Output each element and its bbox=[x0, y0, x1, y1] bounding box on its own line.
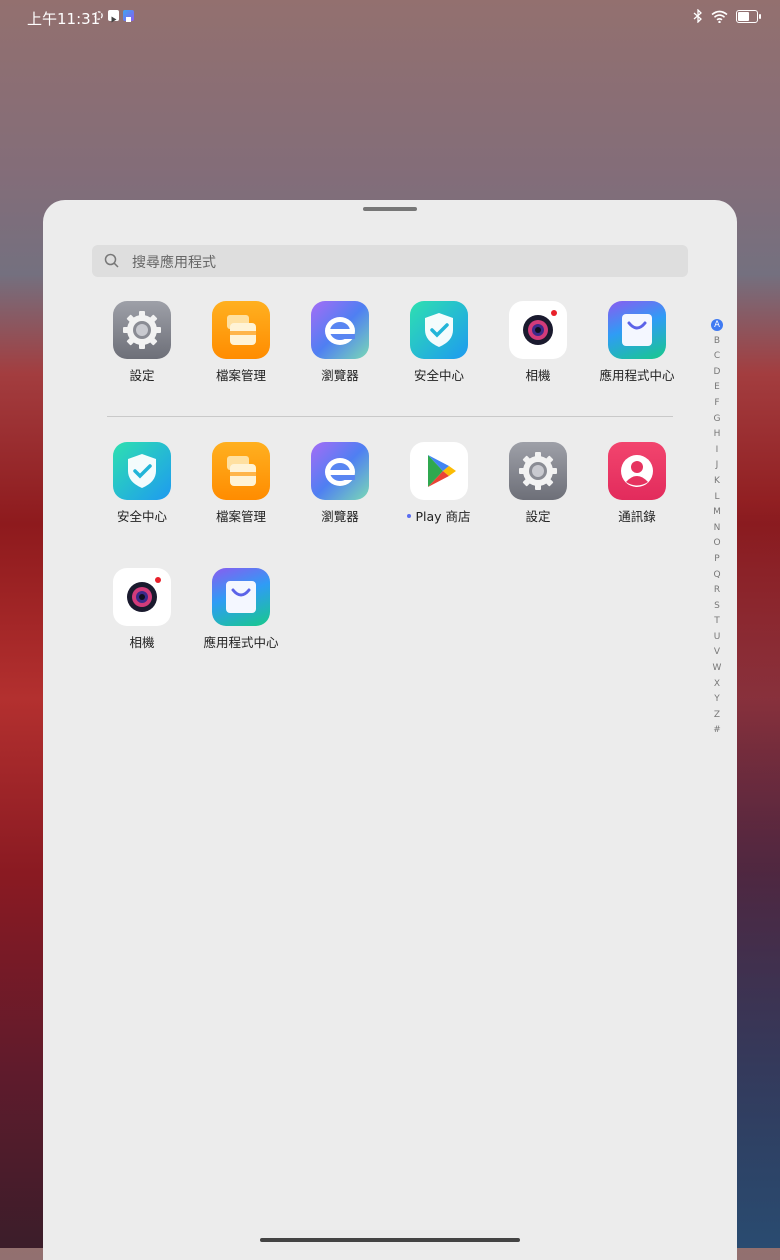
security-icon bbox=[113, 442, 171, 500]
app-tile-files[interactable]: 檔案管理 bbox=[191, 301, 291, 401]
alphabet-index-letter[interactable]: T bbox=[707, 614, 727, 630]
app-center-notification-icon bbox=[123, 10, 134, 22]
alphabet-index-letter[interactable]: L bbox=[707, 490, 727, 506]
alphabet-index-letter[interactable]: J bbox=[707, 458, 727, 474]
app-label: 瀏覽器 bbox=[321, 368, 359, 383]
app-tile-play-store[interactable]: Play 商店 bbox=[389, 442, 489, 542]
camera-icon bbox=[113, 568, 171, 626]
app-label: 應用程式中心 bbox=[203, 635, 279, 650]
app-tile-app-center[interactable]: 應用程式中心 bbox=[191, 568, 291, 668]
alphabet-index-letter[interactable]: G bbox=[707, 412, 727, 428]
alphabet-index-letter[interactable]: B bbox=[707, 334, 727, 350]
app-label: 安全中心 bbox=[116, 509, 167, 524]
browser-icon bbox=[311, 301, 369, 359]
app-drawer: 搜尋應用程式 設定 檔案管理 瀏覽器 安全中心 相機 應用程式中心 安全中心 檔… bbox=[43, 200, 737, 1260]
app-tile-settings[interactable]: 設定 bbox=[488, 442, 588, 542]
alphabet-index-letter[interactable]: Z bbox=[707, 708, 727, 724]
home-indicator[interactable] bbox=[260, 1238, 520, 1242]
app-tile-security[interactable]: 安全中心 bbox=[92, 442, 192, 542]
alphabet-index-letter[interactable]: F bbox=[707, 396, 727, 412]
app-tile-app-center[interactable]: 應用程式中心 bbox=[587, 301, 687, 401]
status-time: 上午11:31 bbox=[27, 10, 101, 28]
app-tile-camera[interactable]: 相機 bbox=[488, 301, 588, 401]
alphabet-index-letter[interactable]: Y bbox=[707, 692, 727, 708]
alphabet-index-letter[interactable]: Q bbox=[707, 568, 727, 584]
app-label: 設定 bbox=[525, 509, 551, 524]
alphabet-index-letter[interactable]: R bbox=[707, 583, 727, 599]
camera-icon bbox=[509, 301, 567, 359]
section-divider bbox=[107, 416, 673, 417]
sync-icon bbox=[94, 11, 103, 20]
app-label: 相機 bbox=[129, 635, 155, 650]
app-center-icon bbox=[212, 568, 270, 626]
alphabet-index-letter[interactable]: U bbox=[707, 630, 727, 646]
alphabet-index-letter[interactable]: N bbox=[707, 521, 727, 537]
alphabet-index-letter[interactable]: A bbox=[707, 318, 727, 334]
security-icon bbox=[410, 301, 468, 359]
files-icon bbox=[212, 301, 270, 359]
app-label: 檔案管理 bbox=[215, 368, 266, 383]
alphabet-index-letter[interactable]: V bbox=[707, 645, 727, 661]
search-input[interactable]: 搜尋應用程式 bbox=[92, 245, 688, 277]
files-icon bbox=[212, 442, 270, 500]
alphabet-index-letter[interactable]: W bbox=[707, 661, 727, 677]
alphabet-index-letter[interactable]: P bbox=[707, 552, 727, 568]
alphabet-index-letter[interactable]: S bbox=[707, 599, 727, 615]
alphabet-index-letter[interactable]: M bbox=[707, 505, 727, 521]
alphabet-index-letter[interactable]: I bbox=[707, 443, 727, 459]
app-label: 檔案管理 bbox=[215, 509, 266, 524]
browser-icon bbox=[311, 442, 369, 500]
alphabet-index-letter[interactable]: H bbox=[707, 427, 727, 443]
contacts-icon bbox=[608, 442, 666, 500]
alphabet-index-letter[interactable]: X bbox=[707, 677, 727, 693]
app-label: 瀏覽器 bbox=[321, 509, 359, 524]
app-center-icon bbox=[608, 301, 666, 359]
app-label: Play 商店 bbox=[389, 506, 489, 525]
search-icon bbox=[104, 253, 119, 268]
drag-handle[interactable] bbox=[363, 207, 417, 211]
alphabet-index-letter[interactable]: O bbox=[707, 536, 727, 552]
app-tile-settings[interactable]: 設定 bbox=[92, 301, 192, 401]
wifi-icon bbox=[711, 10, 728, 23]
app-tile-browser[interactable]: 瀏覽器 bbox=[290, 442, 390, 542]
app-label: 相機 bbox=[525, 368, 551, 383]
alphabet-index[interactable]: A B C D E F G H I J K L M N O P Q R S T U V W X Y Z # bbox=[707, 318, 727, 739]
new-install-dot bbox=[407, 513, 412, 518]
alphabet-index-letter[interactable]: K bbox=[707, 474, 727, 490]
app-label: 設定 bbox=[129, 368, 155, 383]
play-store-icon bbox=[410, 442, 468, 500]
search-placeholder: 搜尋應用程式 bbox=[132, 255, 216, 271]
settings-icon bbox=[509, 442, 567, 500]
alphabet-index-letter[interactable]: C bbox=[707, 349, 727, 365]
settings-icon bbox=[113, 301, 171, 359]
app-tile-files[interactable]: 檔案管理 bbox=[191, 442, 291, 542]
bluetooth-icon bbox=[693, 9, 702, 23]
alphabet-index-letter[interactable]: # bbox=[707, 723, 727, 739]
app-label: 通訊錄 bbox=[618, 509, 656, 524]
play-notification-icon bbox=[108, 10, 119, 23]
app-tile-browser[interactable]: 瀏覽器 bbox=[290, 301, 390, 401]
app-label: 應用程式中心 bbox=[599, 368, 675, 383]
alphabet-index-letter[interactable]: D bbox=[707, 365, 727, 381]
app-tile-contacts[interactable]: 通訊錄 bbox=[587, 442, 687, 542]
battery-icon bbox=[736, 9, 761, 23]
status-bar: 上午11:31 bbox=[0, 0, 780, 36]
app-tile-security[interactable]: 安全中心 bbox=[389, 301, 489, 401]
alphabet-index-letter[interactable]: E bbox=[707, 380, 727, 396]
app-label: 安全中心 bbox=[413, 368, 464, 383]
app-tile-camera[interactable]: 相機 bbox=[92, 568, 192, 668]
